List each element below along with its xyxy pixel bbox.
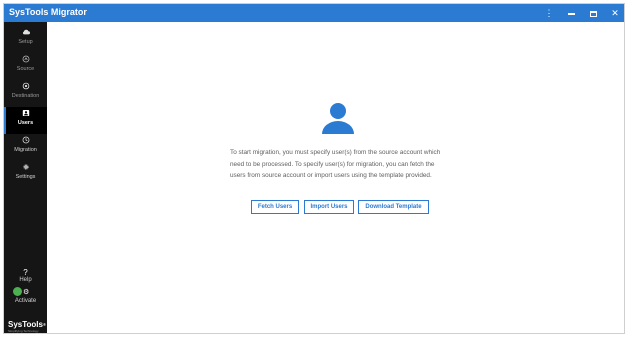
sidebar-item-label: Users bbox=[17, 120, 34, 126]
status-dot-icon bbox=[13, 287, 22, 296]
cloud-icon bbox=[4, 26, 47, 38]
app-title: SysTools Migrator bbox=[9, 7, 87, 17]
sidebar-item-migration[interactable]: Migration bbox=[4, 134, 47, 161]
sidebar-item-users[interactable]: Users bbox=[4, 107, 47, 134]
main-content: To start migration, you must specify use… bbox=[47, 22, 624, 333]
sidebar-item-label: Settings bbox=[15, 174, 36, 180]
fetch-users-button[interactable]: Fetch Users bbox=[251, 200, 299, 214]
minimize-button[interactable] bbox=[560, 4, 582, 22]
brand-name: SysTools® bbox=[8, 320, 46, 329]
source-icon bbox=[4, 53, 47, 65]
sidebar-item-destination[interactable]: Destination bbox=[4, 80, 47, 107]
sidebar: Setup Source Destination Users Migration bbox=[4, 22, 48, 333]
brand-logo: SysTools® Simplifying Technology bbox=[8, 320, 48, 333]
sidebar-item-label: Migration bbox=[14, 147, 37, 153]
gear-icon bbox=[4, 161, 47, 173]
help-label: Help bbox=[19, 277, 32, 283]
destination-icon bbox=[4, 80, 47, 92]
instruction-text: To start migration, you must specify use… bbox=[230, 149, 441, 179]
sidebar-item-label: Destination bbox=[11, 93, 40, 99]
maximize-button[interactable] bbox=[582, 4, 604, 22]
clock-icon bbox=[4, 134, 47, 146]
user-icon bbox=[322, 103, 354, 134]
close-button[interactable]: ✕ bbox=[604, 4, 624, 22]
activate-label: Activate bbox=[14, 298, 37, 304]
activate-gear-icon: ⚙ bbox=[23, 289, 30, 296]
users-icon bbox=[4, 107, 47, 119]
question-mark-icon: ? bbox=[23, 268, 28, 277]
brand-tagline: Simplifying Technology bbox=[8, 329, 39, 333]
maximize-icon bbox=[589, 10, 597, 17]
sidebar-item-label: Setup bbox=[18, 39, 33, 45]
title-bar: SysTools Migrator ⋮ ✕ bbox=[4, 4, 624, 22]
minimize-icon bbox=[567, 12, 575, 15]
download-template-button[interactable]: Download Template bbox=[358, 200, 429, 214]
sidebar-item-setup[interactable]: Setup bbox=[4, 26, 47, 53]
sidebar-item-label: Source bbox=[16, 66, 35, 72]
app-window: SysTools Migrator ⋮ ✕ Setup Source Desti… bbox=[3, 3, 625, 334]
import-users-button[interactable]: Import Users bbox=[304, 200, 354, 214]
sidebar-item-settings[interactable]: Settings bbox=[4, 161, 47, 188]
help-button[interactable]: ? Help bbox=[4, 268, 47, 283]
kebab-menu-icon[interactable]: ⋮ bbox=[538, 4, 560, 22]
sidebar-item-source[interactable]: Source bbox=[4, 53, 47, 80]
